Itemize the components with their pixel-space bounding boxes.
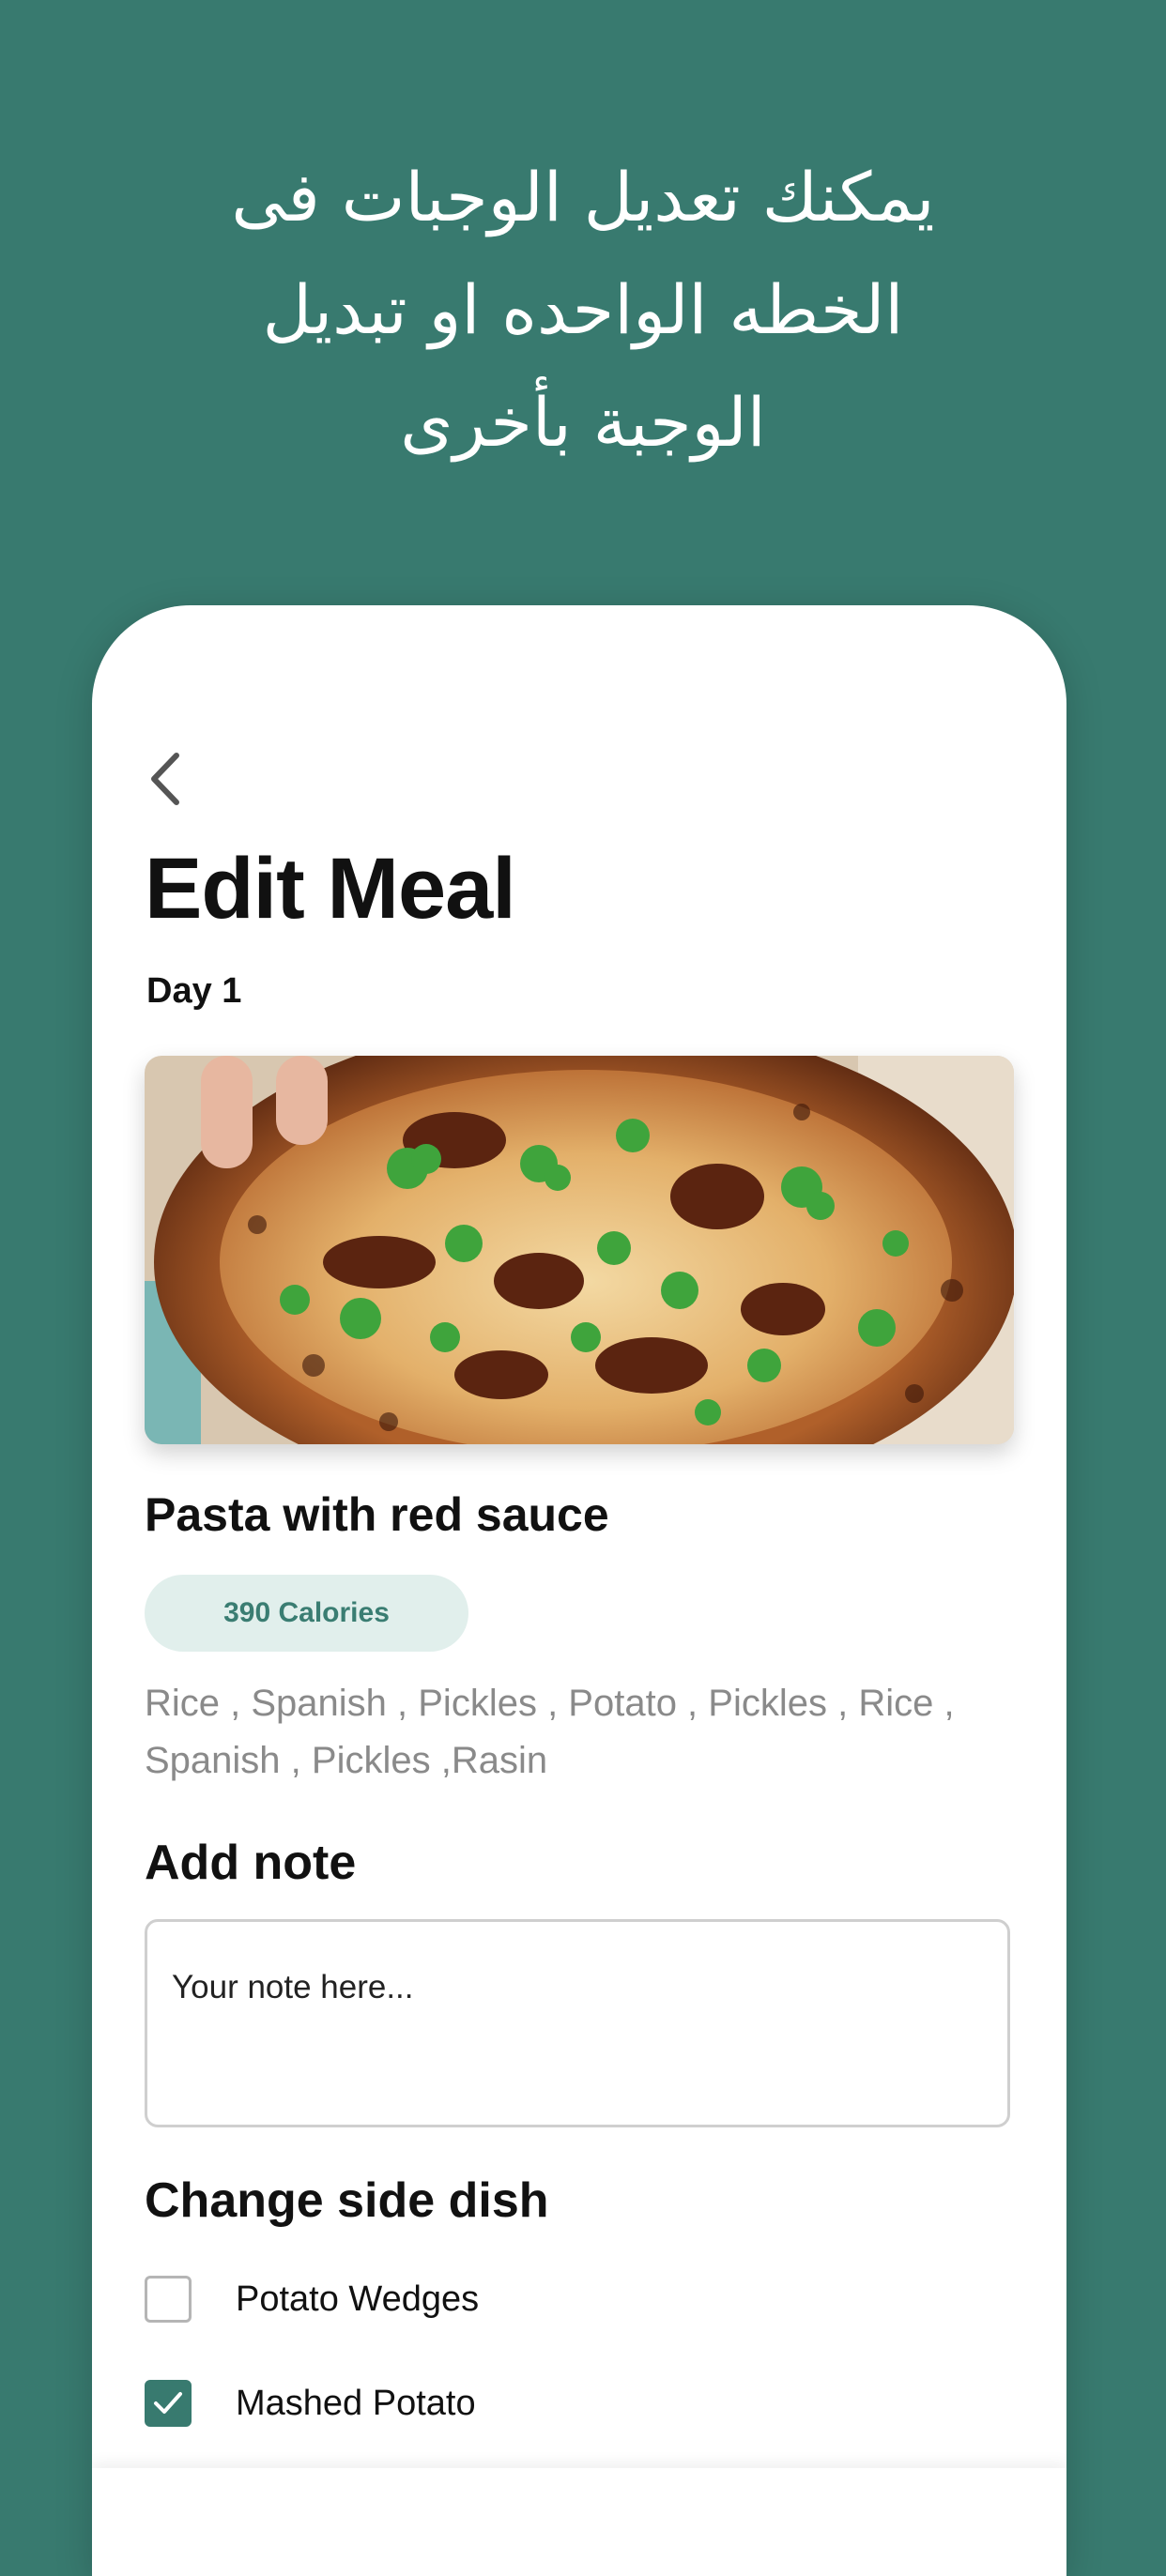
calories-badge: 390 Calories xyxy=(145,1575,468,1652)
ingredients-line-1: Rice , Spanish , Pickles , Potato , Pick… xyxy=(145,1683,955,1724)
promo-headline: يمكنك تعديل الوجبات فى الخطه الواحده او … xyxy=(113,141,1053,479)
mashed-potato-checkbox[interactable] xyxy=(145,2380,192,2427)
side-dish-option-label: Potato Wedges xyxy=(236,2279,480,2319)
promo-headline-line-1: يمكنك تعديل الوجبات فى xyxy=(231,158,935,236)
side-dish-option-label: Mashed Potato xyxy=(236,2383,476,2423)
phone-screen: Edit Meal Day 1 Pasta with red sauce 390… xyxy=(92,605,1066,2576)
check-icon xyxy=(154,2392,182,2414)
change-side-dish-label: Change side dish xyxy=(145,2173,549,2228)
day-label: Day 1 xyxy=(146,971,242,1011)
back-button[interactable] xyxy=(139,746,195,812)
ingredients-line-2: Spanish , Pickles ,Rasin xyxy=(145,1740,548,1781)
potato-wedges-checkbox[interactable] xyxy=(145,2276,192,2323)
ingredients-list: Rice , Spanish , Pickles , Potato , Pick… xyxy=(145,1675,1018,1790)
note-field-container xyxy=(145,1919,1010,2127)
page-title: Edit Meal xyxy=(145,841,516,937)
meal-image xyxy=(145,1056,1014,1444)
add-note-label: Add note xyxy=(145,1836,357,1890)
meal-name: Pasta with red sauce xyxy=(145,1488,609,1541)
promo-headline-line-3: الوجبة بأخرى xyxy=(400,383,766,462)
pizza-photo xyxy=(145,1056,1014,1444)
side-dish-option-mashed-potato[interactable]: Mashed Potato xyxy=(145,2375,476,2431)
side-dish-option-potato-wedges[interactable]: Potato Wedges xyxy=(145,2271,479,2327)
promo-headline-line-2: الخطه الواحده او تبديل xyxy=(262,270,904,349)
note-input[interactable] xyxy=(147,1922,1007,2125)
chevron-left-icon xyxy=(151,753,179,805)
